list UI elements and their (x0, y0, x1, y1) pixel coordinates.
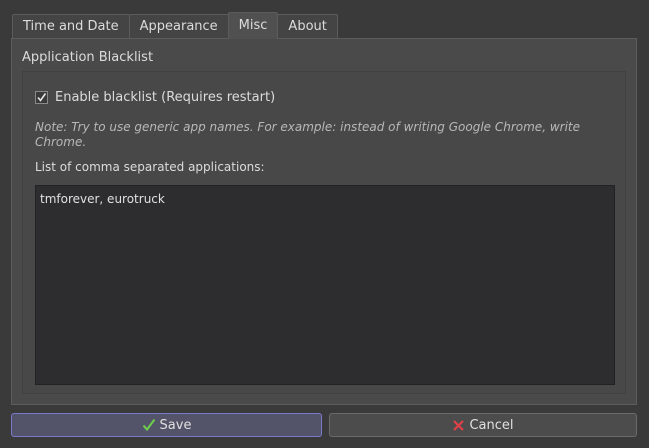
enable-blacklist-checkbox[interactable] (35, 91, 48, 104)
enable-blacklist-row[interactable]: Enable blacklist (Requires restart) (35, 90, 275, 105)
misc-panel: Application Blacklist Enable blacklist (… (11, 38, 637, 405)
x-icon (452, 419, 465, 432)
blacklist-group: Enable blacklist (Requires restart) Note… (22, 71, 626, 394)
blacklist-note: Note: Try to use generic app names. For … (35, 120, 580, 149)
app-list-label: List of comma separated applications: (35, 160, 265, 174)
save-button-label: Save (159, 417, 192, 433)
tab-appearance[interactable]: Appearance (128, 14, 229, 38)
app-list-textarea[interactable]: tmforever, eurotruck (35, 185, 615, 385)
group-title: Application Blacklist (22, 50, 154, 65)
save-button[interactable]: Save (11, 413, 322, 437)
tab-misc[interactable]: Misc (227, 12, 279, 39)
cancel-button[interactable]: Cancel (329, 413, 637, 437)
tab-time-and-date[interactable]: Time and Date (12, 14, 130, 38)
tab-bar: Time and Date Appearance Misc About (12, 12, 338, 39)
tab-about[interactable]: About (277, 14, 338, 38)
checkmark-icon (37, 93, 47, 102)
cancel-button-label: Cancel (469, 417, 514, 433)
enable-blacklist-label: Enable blacklist (Requires restart) (55, 90, 276, 105)
check-icon (142, 418, 156, 432)
